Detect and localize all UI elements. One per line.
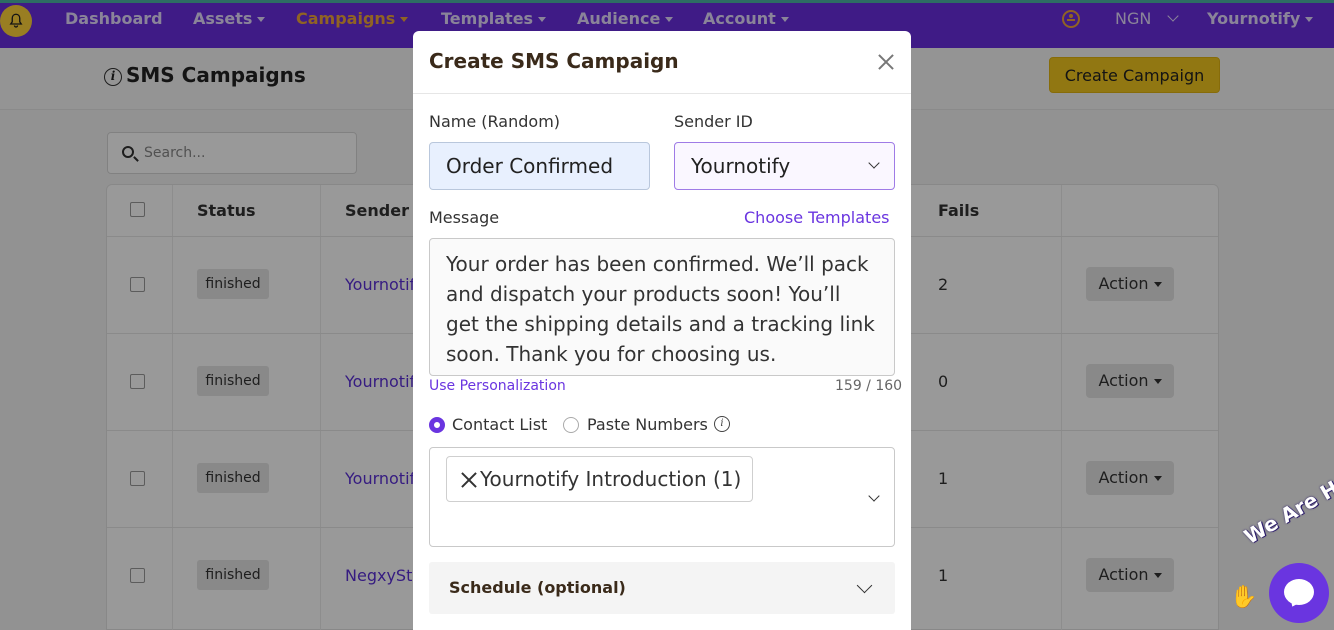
contact-list-select[interactable]: Yournotify Introduction (1) xyxy=(429,447,895,547)
sender-id-label: Sender ID xyxy=(674,112,753,131)
chat-bubble-icon xyxy=(1284,579,1314,605)
schedule-label: Schedule (optional) xyxy=(449,578,626,597)
campaign-name-input[interactable]: Order Confirmed xyxy=(429,142,650,190)
selected-list-label: Yournotify Introduction (1) xyxy=(480,467,742,491)
choose-templates-link[interactable]: Choose Templates xyxy=(744,208,890,227)
chevron-down-icon xyxy=(856,577,873,594)
create-sms-campaign-modal: Create SMS Campaign Name (Random) Sender… xyxy=(413,31,911,630)
modal-divider xyxy=(413,93,911,94)
chevron-down-icon xyxy=(868,490,880,502)
schedule-accordion[interactable]: Schedule (optional) xyxy=(429,562,895,614)
name-label: Name (Random) xyxy=(429,112,561,131)
paste-numbers-radio[interactable] xyxy=(563,417,579,433)
waving-hand-icon: ✋ xyxy=(1230,585,1258,610)
chat-launcher-button[interactable] xyxy=(1269,563,1329,623)
contact-list-radio[interactable] xyxy=(429,417,445,433)
paste-numbers-label[interactable]: Paste Numbers xyxy=(587,415,708,434)
remove-icon[interactable] xyxy=(460,471,478,489)
modal-title: Create SMS Campaign xyxy=(429,49,679,73)
sender-id-select[interactable]: Yournotify xyxy=(674,142,895,190)
character-count: 159 / 160 xyxy=(835,378,903,394)
info-icon[interactable]: i xyxy=(714,416,730,432)
message-label: Message xyxy=(429,208,500,227)
use-personalization-link[interactable]: Use Personalization xyxy=(429,378,566,394)
close-icon[interactable] xyxy=(876,52,896,72)
selected-list-chip: Yournotify Introduction (1) xyxy=(446,456,753,502)
contact-list-label[interactable]: Contact List xyxy=(452,415,547,434)
message-textarea[interactable]: Your order has been confirmed. We’ll pac… xyxy=(429,238,895,376)
sender-id-value: Yournotify xyxy=(691,154,791,178)
chevron-down-icon xyxy=(868,157,880,169)
